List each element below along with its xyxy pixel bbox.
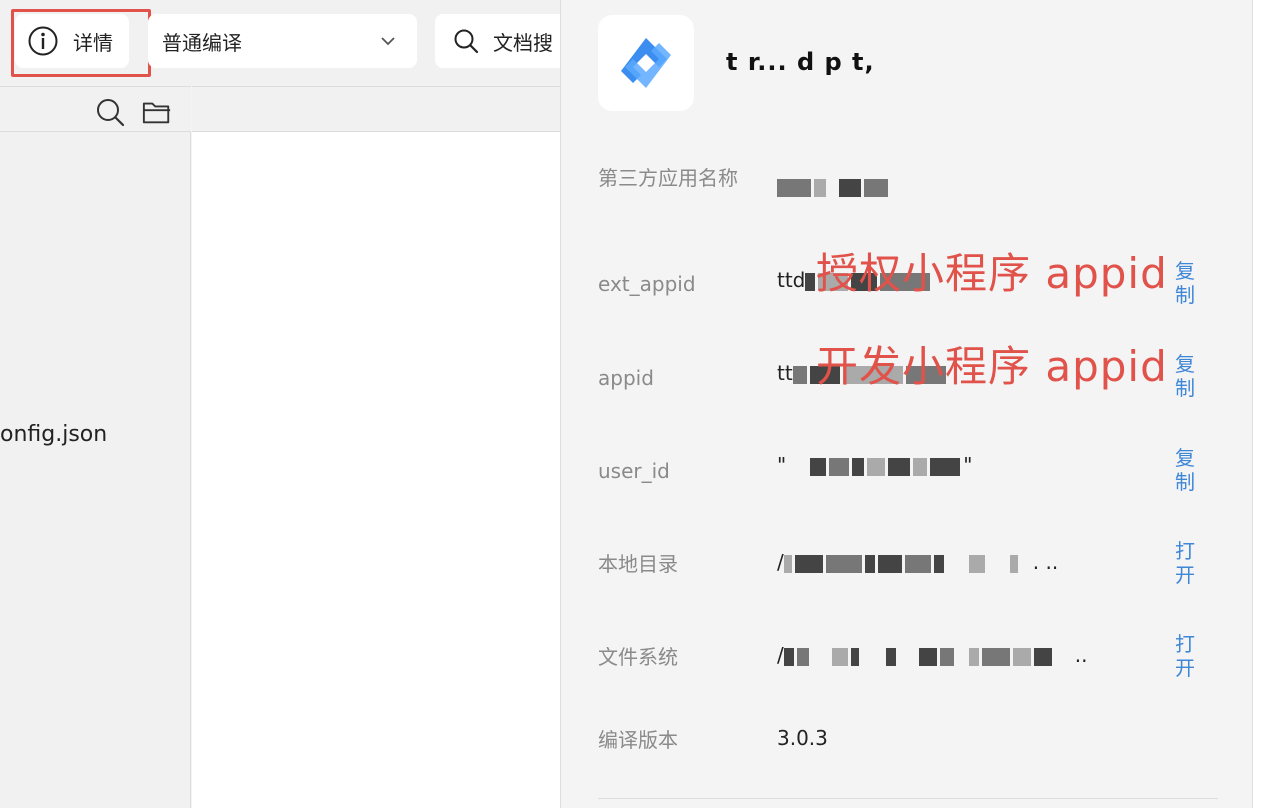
editor-tab-bar: [192, 86, 560, 132]
ext-appid-annotation: 授权小程序 appid: [816, 249, 1168, 298]
file-system-label: 文件系统: [598, 645, 678, 669]
open-file-system-button[interactable]: 打开: [1175, 632, 1197, 680]
user-id-value: " ": [777, 453, 972, 477]
compile-mode-value: 普通编译: [162, 30, 242, 55]
appid-annotation: 开发小程序 appid: [816, 342, 1168, 391]
third-party-name-value: [777, 174, 891, 198]
open-local-dir-button[interactable]: 打开: [1175, 539, 1197, 587]
compile-version-value: 3.0.3: [777, 726, 828, 750]
panel-gutter: [1253, 0, 1280, 808]
file-system-value: /..: [777, 643, 1087, 667]
user-id-suffix: ": [963, 453, 973, 477]
search-icon: [454, 29, 479, 54]
compile-version-label: 编译版本: [598, 728, 678, 752]
doc-search-button[interactable]: 文档搜: [435, 14, 575, 68]
copy-appid-button[interactable]: 复制: [1175, 352, 1197, 400]
file-system-prefix: /: [777, 643, 784, 667]
ext-appid-prefix: ttd: [777, 268, 806, 292]
file-tree-item[interactable]: onfig.json: [0, 422, 107, 447]
doc-search-label: 文档搜: [493, 30, 553, 55]
app-window: 详情 普通编译 文档搜 onfig.json t r... d p t, 第三方…: [0, 0, 1280, 808]
search-icon[interactable]: [95, 97, 125, 127]
code-editor[interactable]: [192, 132, 560, 808]
local-dir-prefix: /: [777, 550, 784, 574]
local-dir-value: / . ..: [777, 550, 1058, 574]
toolbar: 详情 普通编译 文档搜: [0, 0, 575, 86]
copy-ext-appid-button[interactable]: 复制: [1175, 259, 1197, 307]
appid-prefix: tt: [777, 361, 793, 385]
divider: [598, 798, 1218, 799]
appid-label: appid: [598, 366, 654, 390]
file-tree: onfig.json: [0, 132, 191, 808]
compile-mode-select[interactable]: 普通编译: [148, 14, 417, 68]
folder-icon[interactable]: [142, 97, 172, 127]
app-logo-icon: [621, 38, 671, 88]
app-logo: [598, 15, 694, 111]
copy-user-id-button[interactable]: 复制: [1175, 446, 1197, 494]
highlight-box: [11, 9, 151, 77]
local-dir-label: 本地目录: [598, 552, 678, 576]
third-party-name-label: 第三方应用名称: [598, 166, 738, 190]
ext-appid-label: ext_appid: [598, 272, 696, 296]
file-tree-header: [0, 86, 191, 132]
user-id-label: user_id: [598, 459, 670, 483]
details-panel: t r... d p t, 第三方应用名称 ext_appid ttd 授权小程…: [560, 0, 1253, 808]
local-dir-suffix: . ..: [1032, 550, 1059, 574]
app-name: t r... d p t,: [726, 48, 875, 76]
user-id-prefix: ": [777, 453, 787, 477]
file-system-suffix: ..: [1074, 643, 1088, 667]
chevron-down-icon: [381, 37, 395, 46]
